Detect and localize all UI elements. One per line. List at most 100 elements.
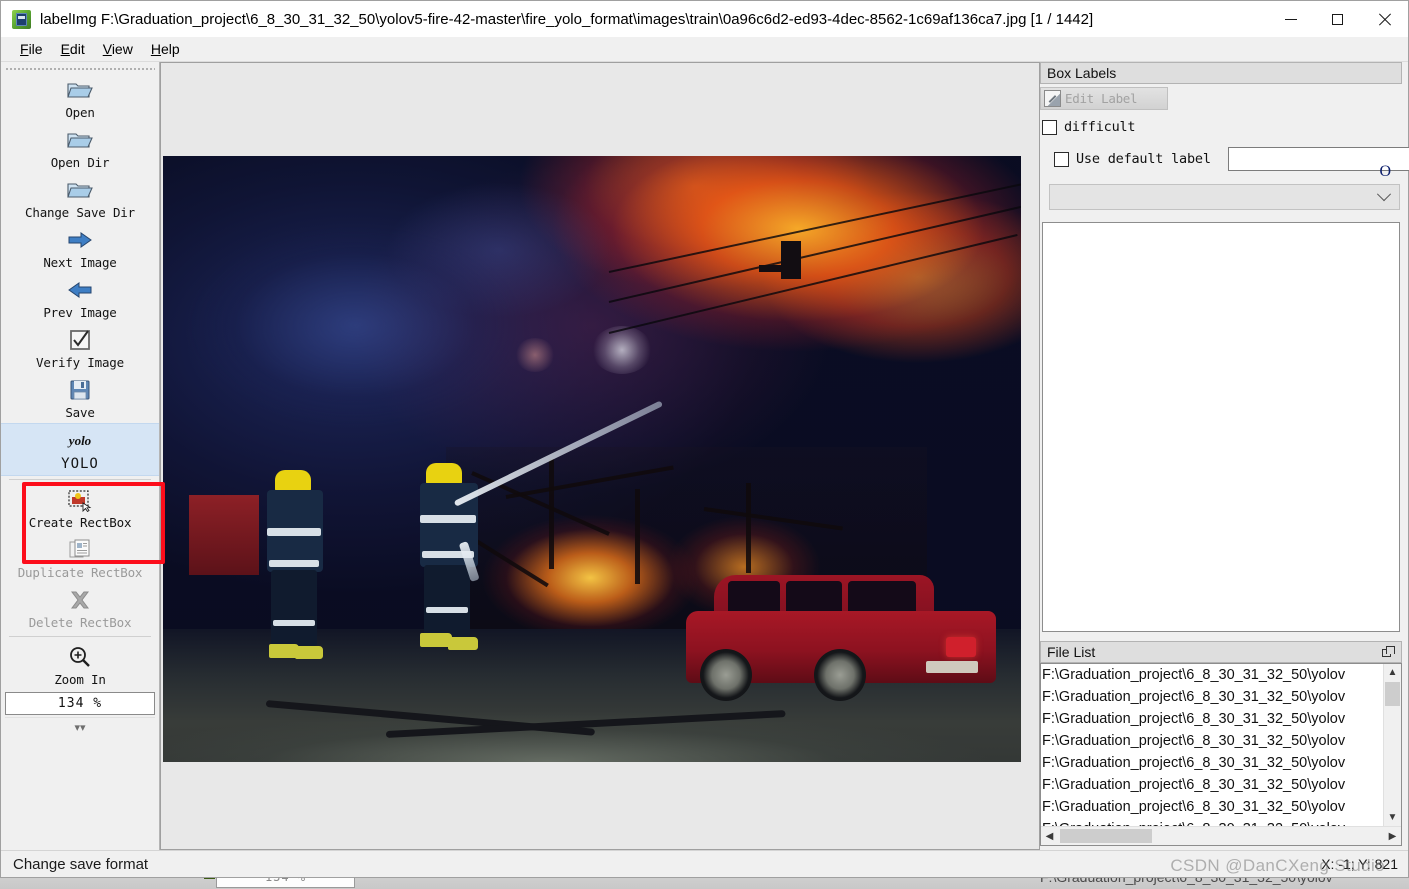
create-rectbox-icon xyxy=(65,487,95,513)
title-bar: labelImg F:\Graduation_project\6_8_30_31… xyxy=(1,1,1408,37)
annotation-image[interactable] xyxy=(163,156,1021,762)
zoom-level-field[interactable]: 134 % xyxy=(5,692,155,715)
toolbar-item-prev-image[interactable]: Prev Image xyxy=(1,273,159,323)
right-dock: Box Labels Edit Label difficult Use defa… xyxy=(1040,62,1409,850)
menu-item-file[interactable]: File xyxy=(11,39,52,59)
yolo-icon-text: yolo xyxy=(68,433,92,448)
image-car-wheel-rear xyxy=(814,649,867,702)
list-item[interactable]: F:\Graduation_project\6_8_30_31_32_50\yo… xyxy=(1042,730,1383,752)
list-item[interactable]: F:\Graduation_project\6_8_30_31_32_50\yo… xyxy=(1042,686,1383,708)
file-list-items: F:\Graduation_project\6_8_30_31_32_50\yo… xyxy=(1041,664,1383,826)
toolbar-label-save: Save xyxy=(65,405,95,420)
window-title: labelImg F:\Graduation_project\6_8_30_31… xyxy=(40,10,1094,28)
toolbar-label-create-rectbox: Create RectBox xyxy=(28,515,132,530)
chevron-double-down-icon[interactable]: ▾▾ xyxy=(5,717,155,736)
open-folder-icon xyxy=(65,177,95,203)
label-combobox[interactable] xyxy=(1049,184,1400,210)
use-default-label-text: Use default label xyxy=(1076,151,1211,167)
menu-edit-rest: dit xyxy=(69,41,85,57)
close-button[interactable] xyxy=(1361,1,1408,37)
list-item[interactable]: F:\Graduation_project\6_8_30_31_32_50\yo… xyxy=(1042,664,1383,686)
list-item[interactable]: F:\Graduation_project\6_8_30_31_32_50\yo… xyxy=(1042,774,1383,796)
image-legs-2 xyxy=(423,564,470,637)
labels-listbox[interactable] xyxy=(1042,222,1400,632)
minimize-button[interactable] xyxy=(1267,1,1314,37)
file-list-vertical-scrollbar[interactable]: ▲ ▼ xyxy=(1383,664,1401,826)
chevron-down-icon[interactable]: ▼ xyxy=(1384,809,1401,826)
box-labels-header: Box Labels xyxy=(1040,62,1402,84)
toolbar-item-next-image[interactable]: Next Image xyxy=(1,223,159,273)
labelimg-main-window: labelImg F:\Graduation_project\6_8_30_31… xyxy=(0,0,1409,878)
duplicate-rectbox-icon xyxy=(65,537,95,563)
toolbar-drag-grip[interactable] xyxy=(5,66,155,71)
menu-view-rest: iew xyxy=(111,41,133,57)
maximize-button[interactable] xyxy=(1314,1,1361,37)
toolbar-item-yolo-format[interactable]: yolo YOLO xyxy=(1,423,159,476)
image-car-plate xyxy=(926,661,979,674)
chevron-up-icon[interactable]: ▲ xyxy=(1384,664,1401,681)
toolbar-item-change-save-dir[interactable]: Change Save Dir xyxy=(1,173,159,223)
menu-file-mnemonic: F xyxy=(20,41,29,57)
edit-label-button[interactable]: Edit Label xyxy=(1040,87,1168,110)
file-list-panel: File List F:\Graduation_project\6_8_30_3… xyxy=(1040,641,1402,850)
chevron-right-icon[interactable]: ▶ xyxy=(1384,828,1401,845)
use-default-label-checkbox[interactable] xyxy=(1054,151,1069,167)
image-boot-4 xyxy=(447,636,478,650)
menu-file-rest: ile xyxy=(28,41,43,57)
toolbar-item-delete-rectbox: Delete RectBox xyxy=(1,583,159,633)
toolbar-label-delete-rectbox: Delete RectBox xyxy=(28,615,132,630)
pencil-icon xyxy=(1044,90,1061,107)
menu-edit-mnemonic: E xyxy=(60,41,70,57)
cursor-coordinates: X: -1; Y: 821 xyxy=(1321,856,1398,872)
menu-help-mnemonic: H xyxy=(150,41,161,57)
menu-view-mnemonic: V xyxy=(102,41,112,57)
menu-item-help[interactable]: Help xyxy=(142,39,189,59)
use-default-label-row[interactable]: Use default label xyxy=(1054,147,1409,171)
menu-help-rest: elp xyxy=(160,41,180,57)
toolbar-item-verify-image[interactable]: Verify Image xyxy=(1,323,159,373)
file-list-horizontal-scrollbar[interactable]: ◀ ▶ xyxy=(1041,826,1401,845)
difficult-checkbox[interactable] xyxy=(1042,119,1057,135)
list-item[interactable]: F:\Graduation_project\6_8_30_31_32_50\yo… xyxy=(1042,818,1383,826)
difficult-checkbox-row[interactable]: difficult xyxy=(1042,119,1402,135)
list-item[interactable]: F:\Graduation_project\6_8_30_31_32_50\yo… xyxy=(1042,796,1383,818)
chevron-down-icon xyxy=(1376,187,1392,202)
edit-label-text: Edit Label xyxy=(1065,91,1138,106)
image-canvas[interactable] xyxy=(160,62,1040,850)
yolo-format-icon: yolo xyxy=(65,428,95,454)
list-item[interactable]: F:\Graduation_project\6_8_30_31_32_50\yo… xyxy=(1042,752,1383,774)
toolbar-label-open: Open xyxy=(65,105,95,120)
file-list-inner: F:\Graduation_project\6_8_30_31_32_50\yo… xyxy=(1041,664,1401,826)
open-folder-icon xyxy=(65,127,95,153)
menu-item-edit[interactable]: Edit xyxy=(52,39,94,59)
vertical-scroll-thumb[interactable] xyxy=(1385,682,1400,706)
image-helmet-1 xyxy=(275,470,312,493)
zoom-in-icon xyxy=(65,644,95,670)
image-reflective-stripe-4 xyxy=(419,514,476,523)
horizontal-scroll-thumb[interactable] xyxy=(1060,829,1152,843)
arrow-left-icon xyxy=(65,277,95,303)
toolbar-item-create-rectbox[interactable]: Create RectBox xyxy=(1,483,159,533)
undock-icon[interactable] xyxy=(1382,646,1395,658)
arrow-right-icon xyxy=(65,227,95,253)
toolbar-label-change-save-dir: Change Save Dir xyxy=(25,205,135,220)
toolbar-item-open[interactable]: Open xyxy=(1,73,159,123)
toolbar-item-zoom-in[interactable]: Zoom In xyxy=(1,640,159,690)
toolbar-item-open-dir[interactable]: Open Dir xyxy=(1,123,159,173)
toolbar-label-zoom-in: Zoom In xyxy=(54,672,106,687)
menu-item-view[interactable]: View xyxy=(94,39,142,59)
file-list-box[interactable]: F:\Graduation_project\6_8_30_31_32_50\yo… xyxy=(1040,663,1402,846)
open-folder-icon xyxy=(65,77,95,103)
image-helmet-2 xyxy=(425,462,462,485)
toolbar-label-yolo: YOLO xyxy=(61,456,99,472)
image-red-car xyxy=(686,561,997,702)
list-item[interactable]: F:\Graduation_project\6_8_30_31_32_50\yo… xyxy=(1042,708,1383,730)
image-reflective-stripe-1 xyxy=(267,528,322,537)
toolbar-label-verify-image: Verify Image xyxy=(36,355,124,370)
image-beam-3 xyxy=(549,459,555,569)
image-reflective-stripe-6 xyxy=(425,606,468,613)
close-icon xyxy=(1378,13,1391,26)
chevron-left-icon[interactable]: ◀ xyxy=(1041,828,1058,845)
image-reflective-stripe-2 xyxy=(269,560,320,568)
toolbar-item-save[interactable]: Save xyxy=(1,373,159,423)
